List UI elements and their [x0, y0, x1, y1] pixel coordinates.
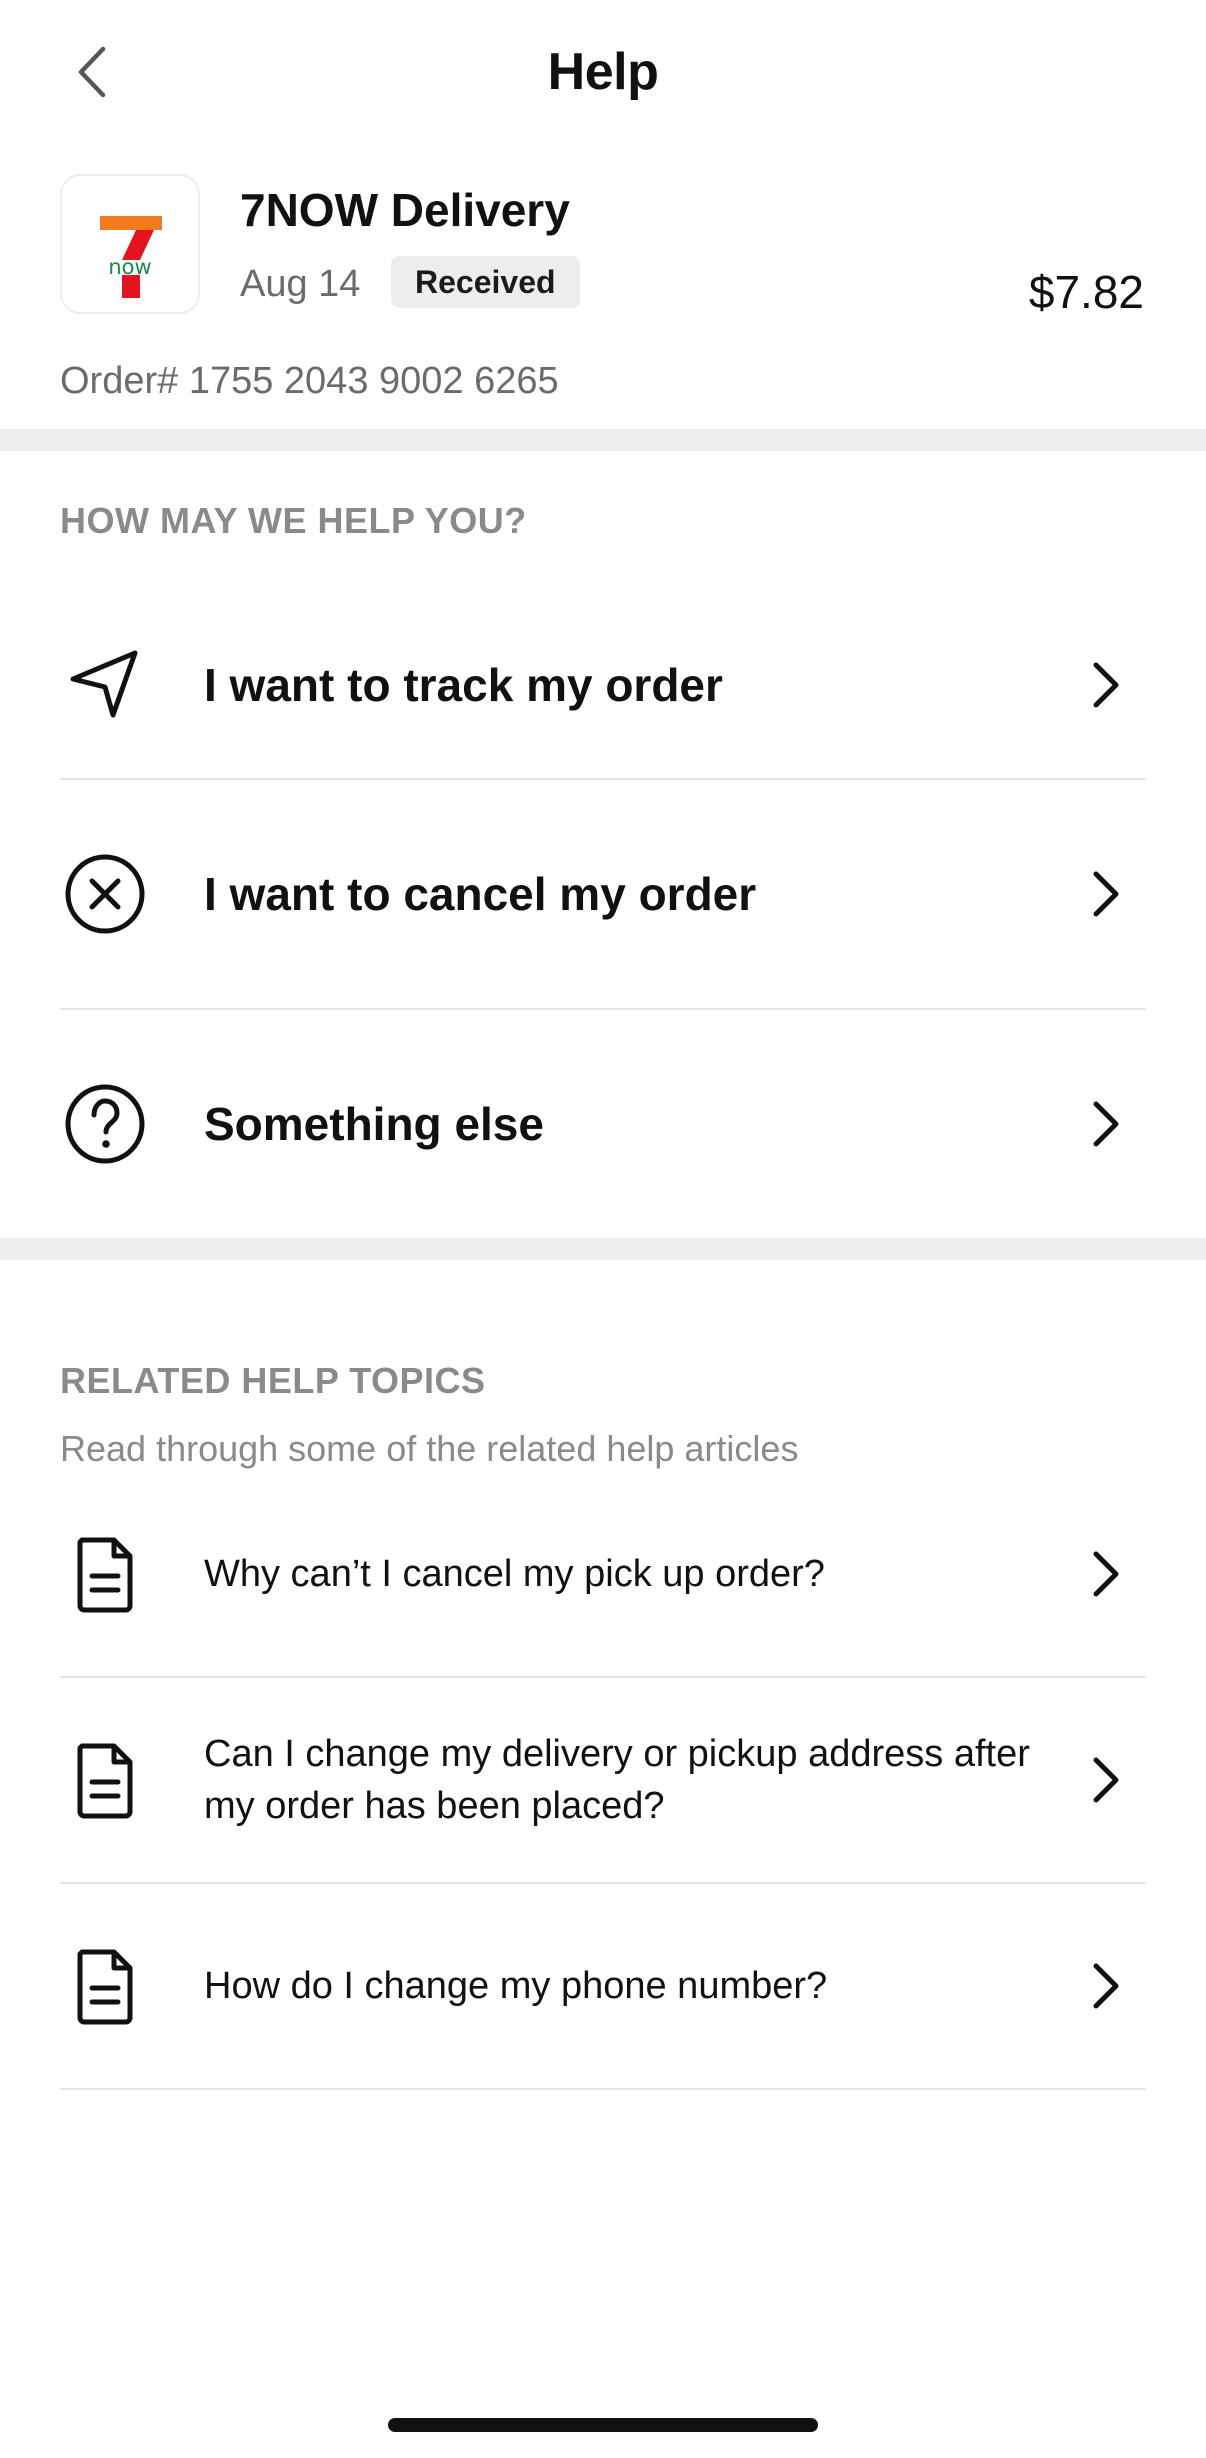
related-topic-label: How do I change my phone number?	[204, 1965, 828, 2007]
section-divider	[0, 1238, 1206, 1260]
document-icon	[60, 1529, 150, 1619]
related-section-label: RELATED HELP TOPICS	[60, 1360, 486, 1401]
store-logo: now	[60, 174, 200, 314]
chevron-right-icon	[1076, 1956, 1136, 2016]
cancel-circle-icon	[60, 849, 150, 939]
order-summary: now 7NOW Delivery Aug 14 Received $7.82 …	[0, 160, 1206, 428]
store-name: 7NOW Delivery	[240, 184, 570, 236]
header: Help	[0, 0, 1206, 140]
chevron-right-icon	[1076, 1094, 1136, 1154]
chevron-right-icon	[1076, 1544, 1136, 1604]
section-divider	[0, 429, 1206, 451]
page-title: Help	[547, 43, 659, 101]
order-number: Order# 1755 2043 9002 6265	[60, 360, 559, 402]
logo-text: now	[108, 255, 151, 279]
question-circle-icon	[60, 1079, 150, 1169]
help-item-label: I want to cancel my order	[204, 868, 757, 920]
order-date: Aug 14	[240, 263, 361, 305]
document-icon	[60, 1941, 150, 2031]
related-topic-label: Why can’t I cancel my pick up order?	[204, 1553, 825, 1595]
related-section-subtitle: Read through some of the related help ar…	[60, 1428, 799, 1469]
chevron-right-icon	[1076, 1750, 1136, 1810]
help-item-something-else[interactable]: Something else	[60, 1010, 1146, 1238]
chevron-right-icon	[1076, 655, 1136, 715]
help-item-label: Something else	[204, 1098, 544, 1150]
order-price: $7.82	[1028, 266, 1144, 318]
related-topic-cancel-pickup[interactable]: Why can’t I cancel my pick up order?	[60, 1472, 1146, 1678]
related-topic-change-address[interactable]: Can I change my delivery or pickup addre…	[60, 1678, 1146, 1884]
chevron-right-icon	[1076, 864, 1136, 924]
related-topic-change-phone[interactable]: How do I change my phone number?	[60, 1884, 1146, 2090]
help-item-track-order[interactable]: I want to track my order	[60, 592, 1146, 780]
navigation-arrow-icon	[60, 640, 150, 730]
help-section-label: HOW MAY WE HELP YOU?	[60, 500, 527, 541]
status-badge: Received	[391, 256, 580, 308]
help-item-label: I want to track my order	[204, 659, 723, 711]
home-indicator[interactable]	[388, 2418, 818, 2432]
document-icon	[60, 1735, 150, 1825]
help-item-cancel-order[interactable]: I want to cancel my order	[60, 780, 1146, 1010]
related-topic-label: Can I change my delivery or pickup addre…	[204, 1733, 1030, 1827]
